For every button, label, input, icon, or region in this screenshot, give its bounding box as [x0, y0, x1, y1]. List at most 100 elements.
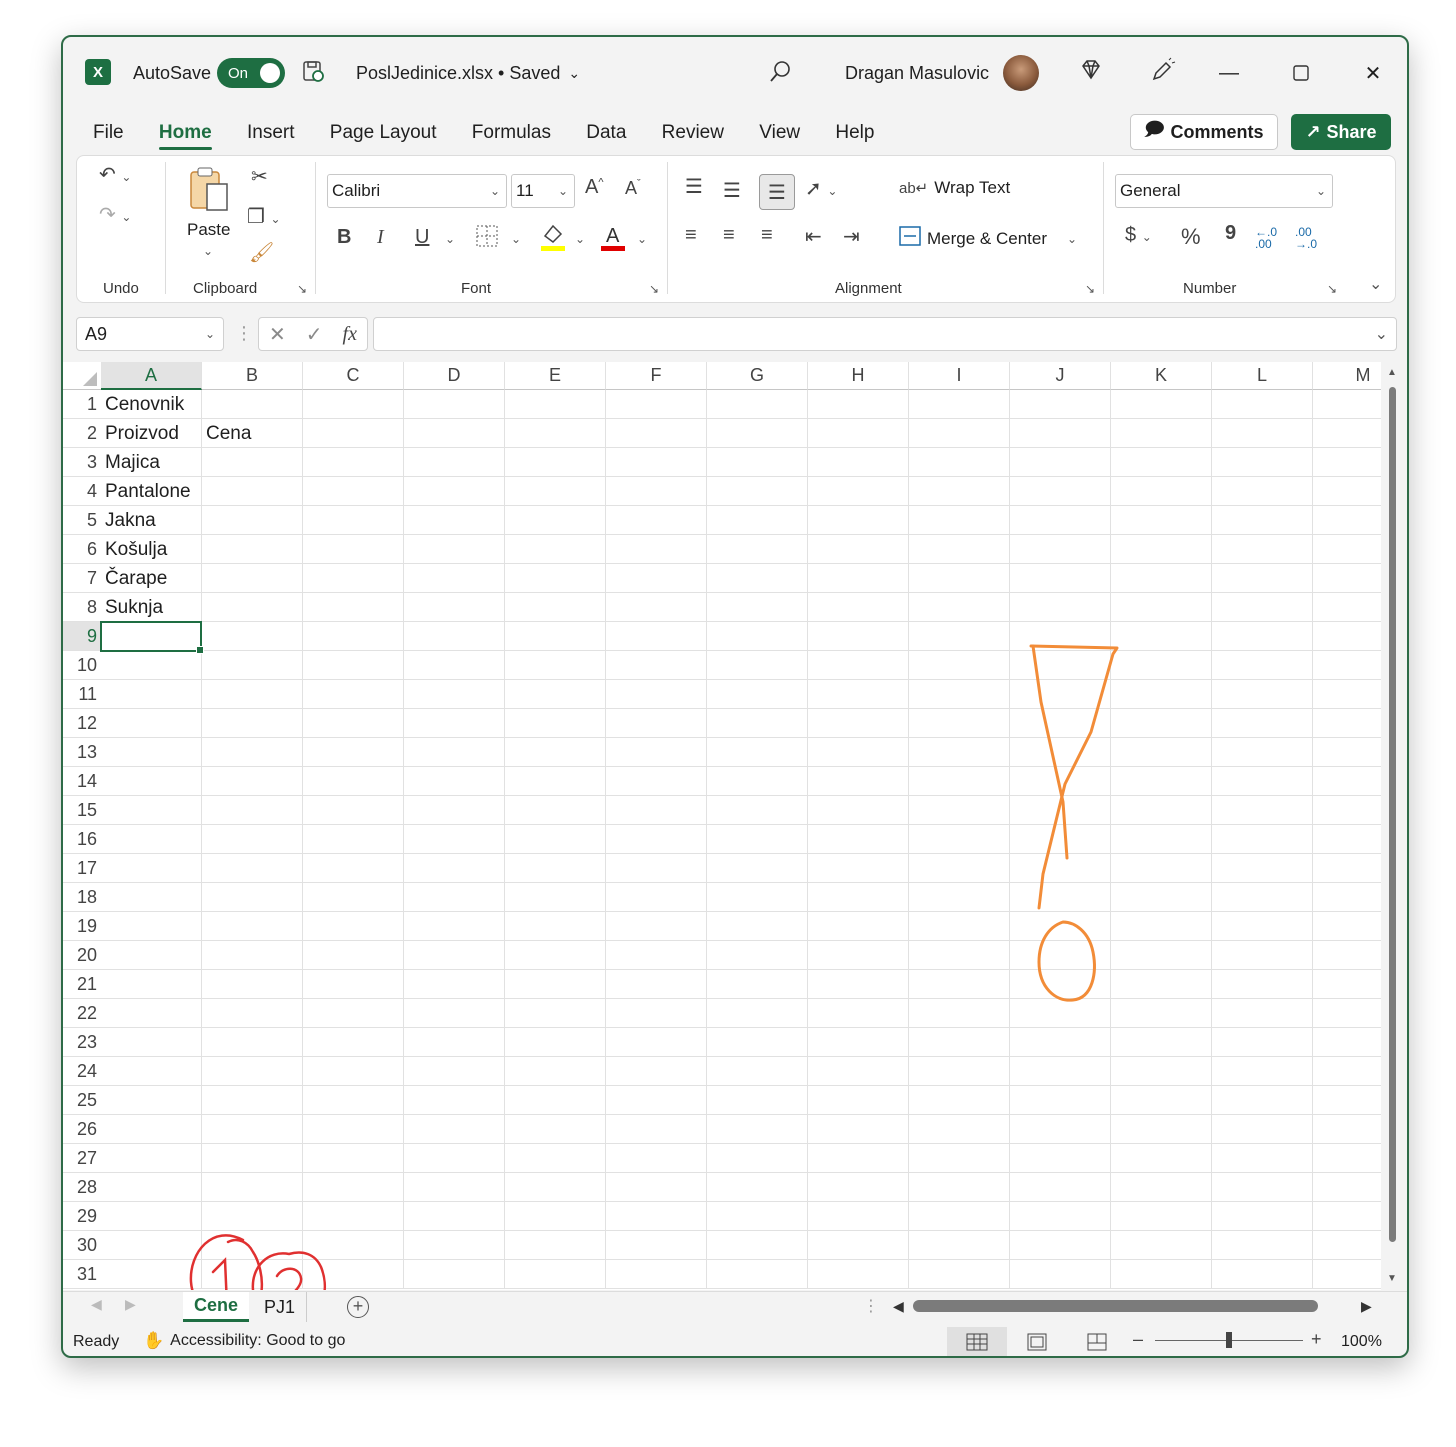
search-icon[interactable]: [768, 59, 794, 91]
font-size-select[interactable]: 11 ⌄: [511, 174, 575, 208]
confirm-icon[interactable]: ✓: [306, 322, 323, 347]
merge-center-button[interactable]: Merge & Center ⌄: [899, 226, 1077, 251]
next-sheet-icon[interactable]: ▶: [125, 1296, 136, 1313]
chevron-down-icon[interactable]: ⌄: [1375, 324, 1388, 344]
user-name[interactable]: Dragan Masulovic: [845, 63, 989, 84]
scroll-left-icon[interactable]: ◀: [893, 1298, 904, 1315]
name-box[interactable]: A9 ⌄: [76, 317, 224, 351]
italic-button[interactable]: I: [377, 226, 384, 249]
paste-icon[interactable]: [187, 166, 231, 219]
sheet-tab-pj1[interactable]: PJ1: [253, 1292, 307, 1322]
align-right-icon[interactable]: ≡: [761, 224, 773, 247]
font-name-select[interactable]: Calibri ⌄: [327, 174, 507, 208]
document-title[interactable]: PoslJedinice.xlsx • Saved ⌄: [356, 63, 580, 84]
split-handle-icon[interactable]: ⋮: [863, 1296, 879, 1316]
dialog-launcher-icon[interactable]: ↘: [1085, 282, 1095, 296]
sheet-tab-cene[interactable]: Cene: [183, 1292, 249, 1322]
formula-input[interactable]: ⌄: [373, 317, 1397, 351]
number-group-label: Number: [1183, 280, 1237, 297]
prev-sheet-icon[interactable]: ◀: [91, 1296, 102, 1313]
font-color-icon[interactable]: A: [599, 222, 627, 257]
fill-color-icon[interactable]: [539, 222, 567, 257]
align-bottom-icon[interactable]: ☰: [759, 174, 795, 210]
horizontal-scroll-thumb[interactable]: [913, 1300, 1318, 1312]
tab-home[interactable]: Home: [158, 122, 212, 150]
minimize-icon[interactable]: —: [1209, 55, 1249, 91]
number-format-select[interactable]: General ⌄: [1115, 174, 1333, 208]
add-sheet-icon[interactable]: +: [347, 1296, 369, 1318]
page-layout-view-icon[interactable]: [1007, 1327, 1067, 1356]
cancel-icon[interactable]: ✕: [269, 322, 286, 347]
align-middle-icon[interactable]: ☰: [723, 178, 741, 203]
maximize-icon[interactable]: [1281, 55, 1321, 91]
ribbon-tabs: File Home Insert Page Layout Formulas Da…: [93, 122, 904, 152]
dialog-launcher-icon[interactable]: ↘: [649, 282, 659, 296]
tab-help[interactable]: Help: [835, 122, 874, 144]
dialog-launcher-icon[interactable]: ↘: [1327, 282, 1337, 296]
align-left-icon[interactable]: ≡: [685, 224, 697, 247]
tab-view[interactable]: View: [759, 122, 800, 144]
drag-handle-icon[interactable]: ⋮: [235, 323, 253, 344]
orientation-icon[interactable]: ➚ ⌄: [805, 176, 837, 201]
zoom-out-icon[interactable]: –: [1133, 1329, 1143, 1350]
chevron-down-icon[interactable]: ⌄: [637, 232, 647, 246]
tab-page-layout[interactable]: Page Layout: [330, 122, 437, 144]
share-button[interactable]: ↗ Share: [1291, 114, 1391, 150]
wrap-text-button[interactable]: ab↵ Wrap Text: [899, 178, 1010, 198]
worksheet-grid[interactable]: ABCDEFGHIJKLM 1 2 3 4 5 6 7 8 9 10 11 12 13 14 15 16 17 1…: [63, 362, 1381, 1290]
percent-button[interactable]: %: [1181, 224, 1201, 250]
autosave-toggle[interactable]: On: [217, 58, 285, 88]
tab-formulas[interactable]: Formulas: [472, 122, 551, 144]
chevron-down-icon[interactable]: ⌄: [511, 232, 521, 246]
dialog-launcher-icon[interactable]: ↘: [297, 282, 307, 296]
comments-button[interactable]: 🗩 Comments: [1130, 114, 1278, 150]
increase-indent-icon[interactable]: ⇥: [843, 224, 860, 249]
chevron-down-icon[interactable]: ⌄: [445, 232, 455, 246]
normal-view-icon[interactable]: [947, 1327, 1007, 1356]
page-break-view-icon[interactable]: [1067, 1327, 1127, 1356]
copy-icon[interactable]: ❐ ⌄: [247, 204, 281, 229]
tab-insert[interactable]: Insert: [247, 122, 295, 144]
zoom-level[interactable]: 100%: [1341, 1333, 1382, 1351]
scroll-up-icon[interactable]: ▲: [1387, 367, 1397, 378]
scroll-down-icon[interactable]: ▼: [1387, 1273, 1397, 1284]
tab-review[interactable]: Review: [662, 122, 724, 144]
increase-font-icon[interactable]: A^: [585, 176, 604, 199]
scroll-right-icon[interactable]: ▶: [1361, 1298, 1372, 1315]
font-name-value: Calibri: [332, 181, 381, 200]
avatar[interactable]: [1003, 55, 1039, 91]
paste-label[interactable]: Paste: [187, 220, 230, 240]
chevron-down-icon: ⌄: [568, 65, 581, 81]
zoom-slider[interactable]: [1155, 1332, 1303, 1348]
bold-button[interactable]: B: [337, 226, 351, 249]
zoom-in-icon[interactable]: +: [1311, 1329, 1322, 1350]
accessibility-status[interactable]: ✋ Accessibility: Good to go: [143, 1331, 345, 1351]
zoom-slider-thumb[interactable]: [1226, 1332, 1232, 1348]
format-painter-icon[interactable]: 🖌: [249, 240, 274, 265]
tab-file[interactable]: File: [93, 122, 124, 144]
vertical-scroll-thumb[interactable]: [1389, 387, 1396, 1242]
pen-icon[interactable]: [1148, 57, 1176, 91]
align-top-icon[interactable]: ☰: [685, 174, 703, 199]
currency-button[interactable]: $ ⌄: [1125, 224, 1152, 247]
decrease-indent-icon[interactable]: ⇤: [805, 224, 822, 249]
decrease-font-icon[interactable]: Aˇ: [625, 178, 641, 199]
increase-decimal-icon[interactable]: ←.0.00: [1255, 226, 1277, 250]
ribbon-expand-icon[interactable]: ⌄: [1369, 274, 1382, 294]
align-center-icon[interactable]: ≡: [723, 224, 735, 247]
cut-icon[interactable]: ✂: [251, 164, 268, 189]
comma-style-button[interactable]: 9: [1225, 222, 1236, 245]
underline-button[interactable]: U: [415, 226, 429, 249]
insert-function-button[interactable]: fx: [343, 323, 357, 346]
save-sync-icon[interactable]: [301, 59, 325, 89]
borders-icon[interactable]: [475, 224, 499, 254]
chevron-down-icon[interactable]: ⌄: [575, 232, 585, 246]
diamond-icon[interactable]: [1078, 57, 1104, 89]
vertical-scrollbar[interactable]: ▲ ▼: [1385, 367, 1399, 1287]
decrease-decimal-icon[interactable]: .00 →.0: [1295, 226, 1317, 250]
close-icon[interactable]: ✕: [1353, 55, 1393, 91]
chevron-down-icon[interactable]: ⌄: [203, 244, 213, 258]
undo-icon[interactable]: ↶ ⌄: [99, 162, 131, 187]
tab-data[interactable]: Data: [586, 122, 626, 144]
redo-icon[interactable]: ↷ ⌄: [99, 202, 131, 227]
